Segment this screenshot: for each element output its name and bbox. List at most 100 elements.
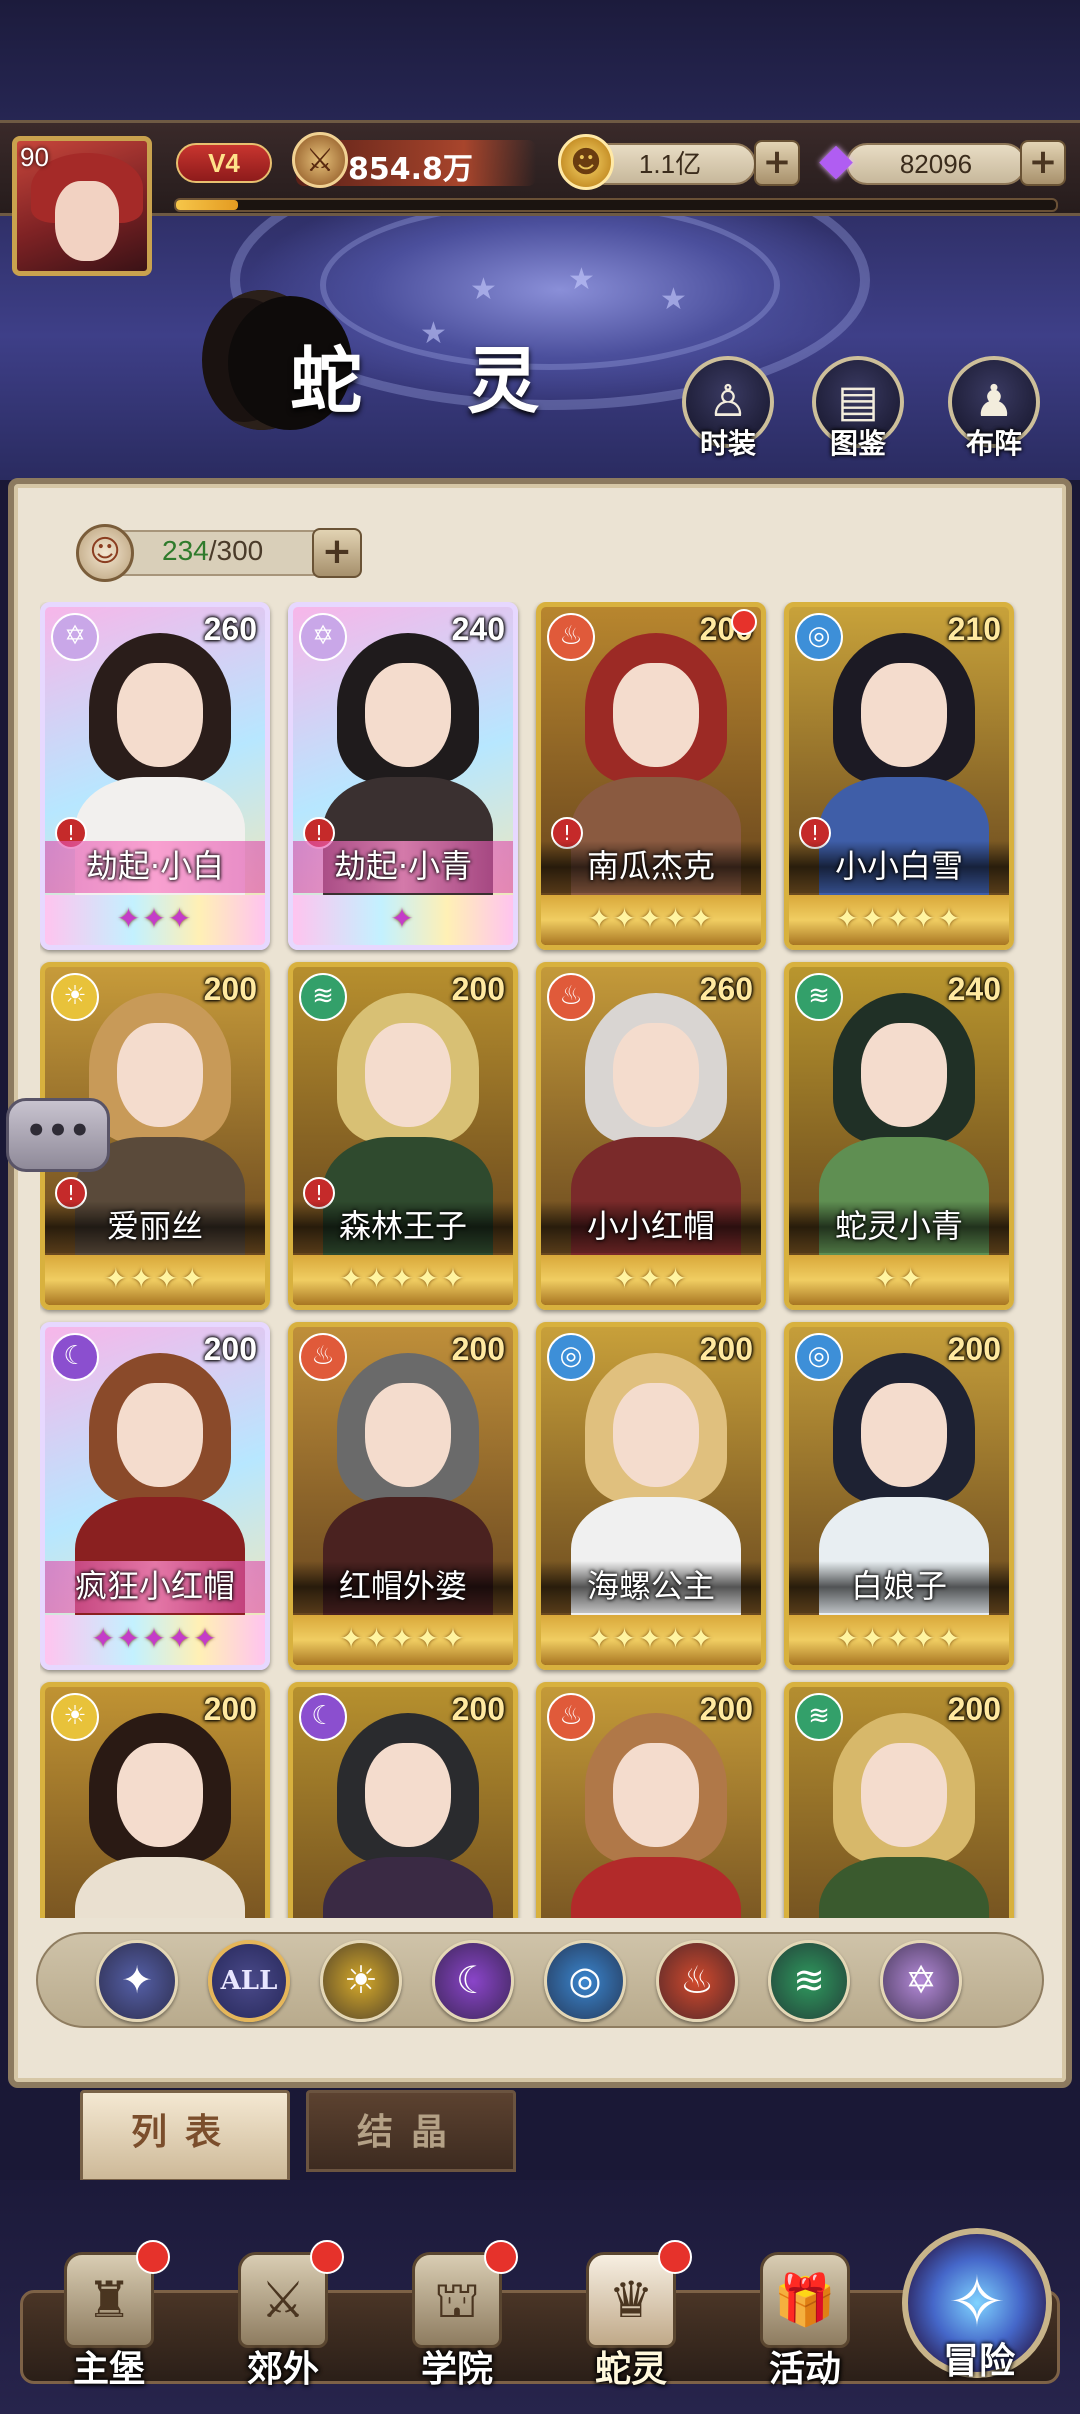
expand-roster-button[interactable]: + (312, 528, 362, 578)
character-card[interactable]: ☀ 200 (40, 1682, 270, 1918)
add-gems-button[interactable]: + (1020, 140, 1066, 186)
water-element-icon: ◎ (795, 613, 843, 661)
nav-item-2[interactable]: ⛫ 学院 (372, 2240, 542, 2400)
character-card[interactable]: ♨ 260 小小红帽 ✦✦✦ (536, 962, 766, 1310)
fire-element-icon: ♨ (547, 1693, 595, 1741)
character-name: 小小红帽 (586, 1207, 715, 1245)
character-name: 海螺公主 (586, 1567, 715, 1605)
character-card[interactable]: ♨ 200 红帽外婆 ✦✦✦✦✦ (288, 1322, 518, 1670)
character-card[interactable]: ♨ 200 (536, 1682, 766, 1918)
filter-all-button[interactable]: ALL (208, 1940, 290, 2022)
character-name: 小小白雪 (834, 847, 963, 885)
star-rating: ✦ (390, 902, 416, 935)
person-icon: ☺ (76, 524, 134, 582)
dark-element-icon: ☾ (455, 1958, 491, 2002)
player-level: 90 (20, 142, 49, 172)
vip-badge[interactable]: V4 (176, 143, 272, 183)
character-grid[interactable]: ✡ 260! 劫起·小白 ✦✦✦ ✡ 240! 劫起·小青 ✦ ♨ 200! 南瓜杰克 ✦✦✦✦✦ ◎ 2… (40, 602, 1040, 1918)
nav-item-3[interactable]: ♛ 蛇灵 (546, 2240, 716, 2400)
fire-element-icon: ♨ (299, 1333, 347, 1381)
star-rating: ✦✦✦✦✦ (91, 1622, 219, 1655)
nav-item-0[interactable]: ♜ 主堡 (24, 2240, 194, 2400)
notification-dot (484, 2240, 518, 2274)
notification-dot (310, 2240, 344, 2274)
formation-label: 布阵 (965, 427, 1022, 460)
filter-fire-button[interactable]: ♨ (656, 1940, 738, 2022)
character-level: 200 (451, 1691, 505, 1727)
roster-current: 234 (162, 535, 209, 566)
exp-progress-fill (176, 200, 238, 210)
dark-element-icon: ☾ (299, 1693, 347, 1741)
nav-label: 学院 (420, 2349, 493, 2390)
adventure-label: 冒险 (942, 2341, 1015, 2382)
character-card[interactable]: ≋ 200! 森林王子 ✦✦✦✦✦ (288, 962, 518, 1310)
add-gold-button[interactable]: + (754, 140, 800, 186)
gem-value: 82096 (846, 143, 1026, 185)
character-name: 劫起·小白 (85, 847, 225, 885)
character-name: 爱丽丝 (106, 1207, 203, 1245)
character-name: 蛇灵小青 (834, 1207, 963, 1245)
tab-crystal[interactable]: 结晶 (306, 2090, 516, 2172)
character-name: 森林王子 (338, 1207, 467, 1245)
filter-star-button[interactable]: ✡ (880, 1940, 962, 2022)
character-level: 260 (699, 971, 753, 1007)
star-rating: ✦✦ (873, 1262, 925, 1295)
combat-power-value: 854.8万 (348, 152, 473, 187)
formation-button[interactable]: ♟ 布阵 (946, 356, 1042, 460)
fire-element-icon: ♨ (679, 1958, 715, 2002)
nav-label: 主堡 (72, 2349, 145, 2390)
costume-label: 时装 (699, 427, 756, 460)
wind-element-icon: ≋ (299, 973, 347, 1021)
star-rating: ✦✦✦✦ (104, 1262, 206, 1295)
star-rating: ✦✦✦ (116, 902, 194, 935)
character-level: 200 (699, 1331, 753, 1367)
water-element-icon: ◎ (568, 1958, 602, 2002)
filter-leader-button[interactable]: ✦ (96, 1940, 178, 2022)
character-card[interactable]: ☾ 200 疯狂小红帽 ✦✦✦✦✦ (40, 1322, 270, 1670)
character-level: 200 (947, 1691, 1001, 1727)
character-card[interactable]: ◎ 200 白娘子 ✦✦✦✦✦ (784, 1322, 1014, 1670)
star-element-icon: ✡ (51, 613, 99, 661)
wind-element-icon: ≋ (793, 1958, 825, 2002)
wind-element-icon: ≋ (795, 973, 843, 1021)
nav-item-4[interactable]: 🎁 活动 (720, 2240, 890, 2400)
character-level: 240 (947, 971, 1001, 1007)
page-title: 蛇 灵 (290, 338, 580, 423)
character-level: 200 (451, 971, 505, 1007)
filter-wind-button[interactable]: ≋ (768, 1940, 850, 2022)
character-name: 南瓜杰克 (586, 847, 715, 885)
character-card[interactable]: ✡ 240! 劫起·小青 ✦ (288, 602, 518, 950)
adventure-button[interactable]: ✧ 冒险 (894, 2220, 1064, 2400)
nav-item-1[interactable]: ⚔ 郊外 (198, 2240, 368, 2400)
roster-max: 300 (216, 535, 264, 566)
fire-element-icon: ♨ (547, 613, 595, 661)
character-card[interactable]: ✡ 260! 劫起·小白 ✦✦✦ (40, 602, 270, 950)
codex-button[interactable]: ▤ 图鉴 (810, 356, 906, 460)
light-element-icon: ☀ (51, 973, 99, 1021)
character-card[interactable]: ≋ 240 蛇灵小青 ✦✦ (784, 962, 1014, 1310)
character-card[interactable]: ☾ 200 (288, 1682, 518, 1918)
codex-label: 图鉴 (829, 427, 886, 460)
character-card[interactable]: ♨ 200! 南瓜杰克 ✦✦✦✦✦ (536, 602, 766, 950)
notification-dot (658, 2240, 692, 2274)
character-name: 白娘子 (850, 1567, 947, 1605)
costume-button[interactable]: ♙ 时装 (680, 356, 776, 460)
character-card[interactable]: ◎ 200 海螺公主 ✦✦✦✦✦ (536, 1322, 766, 1670)
filter-light-button[interactable]: ☀ (320, 1940, 402, 2022)
character-card[interactable]: ◎ 210! 小小白雪 ✦✦✦✦✦ (784, 602, 1014, 950)
star-rating: ✦✦✦✦✦ (587, 1622, 715, 1655)
filter-water-button[interactable]: ◎ (544, 1940, 626, 2022)
tab-list[interactable]: 列表 (80, 2090, 290, 2182)
star-rating: ✦✦✦✦✦ (835, 902, 963, 935)
filter-dark-button[interactable]: ☾ (432, 1940, 514, 2022)
star-rating: ✦✦✦✦✦ (339, 1622, 467, 1655)
water-element-icon: ◎ (547, 1333, 595, 1381)
chat-bubble-icon[interactable]: ••• (6, 1098, 110, 1172)
sword-icon: ⚔ (292, 132, 348, 188)
character-level: 200 (203, 1331, 257, 1367)
character-card[interactable]: ≋ 200 (784, 1682, 1014, 1918)
notification-dot (136, 2240, 170, 2274)
star-icon: ★ (568, 262, 595, 297)
star-rating: ✦✦✦✦✦ (587, 902, 715, 935)
nav-label: 郊外 (246, 2349, 319, 2390)
